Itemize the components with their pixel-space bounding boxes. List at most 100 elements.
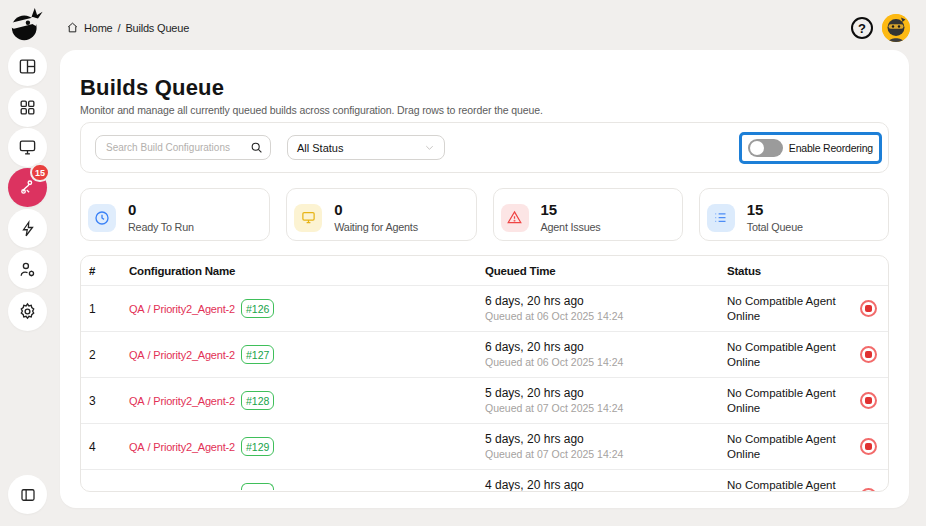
- page-title: Builds Queue: [80, 77, 889, 98]
- table-row[interactable]: 5 QA / Priority2_Agent-2 #130 4 days, 20…: [81, 469, 888, 492]
- table-row[interactable]: 2 QA / Priority2_Agent-2 #127 6 days, 20…: [81, 331, 888, 377]
- page-subtitle: Monitor and manage all currently queued …: [80, 104, 889, 117]
- main-panel: Builds Queue Monitor and manage all curr…: [60, 50, 909, 508]
- queued-absolute-time: Queued at 07 Oct 2025 14:24: [485, 449, 724, 460]
- row-index: 4: [81, 440, 129, 454]
- help-button[interactable]: ?: [851, 17, 873, 39]
- enable-reordering-toggle[interactable]: Enable Reordering: [739, 132, 882, 164]
- toggle-switch[interactable]: [748, 139, 783, 157]
- status-text: No Compatible Agent Online: [724, 340, 848, 370]
- config-separator: /: [148, 302, 151, 316]
- list-icon: [707, 204, 735, 232]
- stat-card-ready-to-run: 0 Ready To Run: [80, 188, 270, 241]
- monitor-icon: [294, 204, 322, 232]
- build-number-badge[interactable]: #130: [241, 483, 274, 490]
- row-index: 1: [81, 302, 129, 316]
- queued-relative-time: 6 days, 20 hrs ago: [485, 341, 724, 353]
- queued-absolute-time: Queued at 06 Oct 2025 14:24: [485, 357, 724, 368]
- config-separator: /: [148, 348, 151, 362]
- cancel-build-button[interactable]: [860, 346, 877, 363]
- project-link[interactable]: QA: [129, 302, 145, 316]
- stat-label: Waiting for Agents: [334, 220, 418, 234]
- sidebar-item-actions[interactable]: [8, 209, 47, 248]
- stat-card-total-queue: 15 Total Queue: [699, 188, 889, 241]
- toggle-label: Enable Reordering: [789, 142, 873, 154]
- app-logo[interactable]: [5, 3, 49, 47]
- sidebar-item-agents[interactable]: [8, 128, 47, 167]
- status-text: No Compatible Agent Online: [724, 294, 848, 324]
- status-text: No Compatible Agent Online: [724, 386, 848, 416]
- table-row[interactable]: 4 QA / Priority2_Agent-2 #129 5 days, 20…: [81, 423, 888, 469]
- cancel-build-button[interactable]: [860, 300, 877, 317]
- stat-card-agent-issues: 15 Agent Issues: [493, 188, 683, 241]
- stat-label: Ready To Run: [128, 220, 194, 234]
- config-separator: /: [148, 394, 151, 408]
- status-filter-select[interactable]: All Status: [287, 135, 445, 160]
- search-input[interactable]: [95, 135, 271, 160]
- breadcrumb: Home / Builds Queue: [66, 21, 189, 34]
- queued-relative-time: 6 days, 20 hrs ago: [485, 295, 724, 307]
- cancel-build-button[interactable]: [860, 392, 877, 409]
- sidebar-item-users[interactable]: [8, 250, 47, 289]
- build-number-badge[interactable]: #129: [241, 437, 274, 456]
- stat-value: 15: [747, 201, 803, 218]
- alert-triangle-icon: [501, 204, 529, 232]
- clock-icon: [88, 204, 116, 232]
- chevron-down-icon: [424, 142, 435, 153]
- build-number-badge[interactable]: #127: [241, 345, 274, 364]
- configuration-link[interactable]: Priority2_Agent-2: [153, 302, 235, 316]
- queued-relative-time: 4 days, 20 hrs ago: [485, 479, 724, 491]
- stat-value: 15: [541, 201, 601, 218]
- configuration-link[interactable]: Priority2_Agent-2: [153, 348, 235, 362]
- question-icon: ?: [858, 21, 866, 36]
- status-filter-value: All Status: [297, 142, 343, 154]
- stat-value: 0: [334, 201, 418, 218]
- table-header-row: # Configuration Name Queued Time Status: [81, 256, 888, 285]
- sidebar-collapse-button[interactable]: [8, 475, 47, 514]
- search-icon: [250, 141, 263, 154]
- configuration-link[interactable]: Priority2_Agent-2: [153, 394, 235, 408]
- table-row[interactable]: 1 QA / Priority2_Agent-2 #126 6 days, 20…: [81, 285, 888, 331]
- project-link[interactable]: QA: [129, 440, 145, 454]
- table-row[interactable]: 3 QA / Priority2_Agent-2 #128 5 days, 20…: [81, 377, 888, 423]
- project-link[interactable]: QA: [129, 394, 145, 408]
- row-index: 3: [81, 394, 129, 408]
- header-status: Status: [724, 265, 848, 277]
- queue-count-badge: 15: [30, 163, 50, 182]
- breadcrumb-home[interactable]: Home: [84, 22, 113, 34]
- breadcrumb-separator: /: [118, 22, 121, 34]
- queued-absolute-time: Queued at 07 Oct 2025 14:24: [485, 403, 724, 414]
- queued-relative-time: 5 days, 20 hrs ago: [485, 433, 724, 445]
- header-queued: Queued Time: [485, 265, 724, 277]
- sidebar: 15: [0, 0, 55, 526]
- build-number-badge[interactable]: #128: [241, 391, 274, 410]
- header-index: #: [81, 265, 129, 277]
- sidebar-item-dashboard[interactable]: [8, 47, 47, 86]
- stat-label: Total Queue: [747, 220, 803, 234]
- builds-queue-table: # Configuration Name Queued Time Status …: [80, 255, 889, 492]
- configuration-link[interactable]: Priority2_Agent-2: [153, 440, 235, 454]
- header-config: Configuration Name: [129, 265, 485, 277]
- breadcrumb-current: Builds Queue: [125, 22, 189, 34]
- stat-value: 0: [128, 201, 194, 218]
- search-box: [95, 135, 271, 160]
- sidebar-item-builds-queue[interactable]: 15: [8, 168, 47, 207]
- sidebar-item-projects[interactable]: [8, 88, 47, 127]
- status-text: No Compatible Agent Online: [724, 432, 848, 462]
- status-text: No Compatible Agent Online: [724, 478, 848, 493]
- stat-label: Agent Issues: [541, 220, 601, 234]
- queued-absolute-time: Queued at 06 Oct 2025 14:24: [485, 311, 724, 322]
- home-icon: [66, 21, 79, 34]
- cancel-build-button[interactable]: [860, 488, 877, 493]
- build-number-badge[interactable]: #126: [241, 299, 274, 318]
- queued-relative-time: 5 days, 20 hrs ago: [485, 387, 724, 399]
- sidebar-item-settings[interactable]: [8, 292, 47, 331]
- user-avatar[interactable]: [882, 14, 910, 42]
- project-link[interactable]: QA: [129, 348, 145, 362]
- row-index: 2: [81, 348, 129, 362]
- filter-bar: All Status Enable Reordering: [80, 122, 889, 173]
- stats-row: 0 Ready To Run 0 Waiting for Agents 15 A…: [80, 188, 889, 241]
- config-separator: /: [148, 440, 151, 454]
- cancel-build-button[interactable]: [860, 438, 877, 455]
- stat-card-waiting-for-agents: 0 Waiting for Agents: [286, 188, 476, 241]
